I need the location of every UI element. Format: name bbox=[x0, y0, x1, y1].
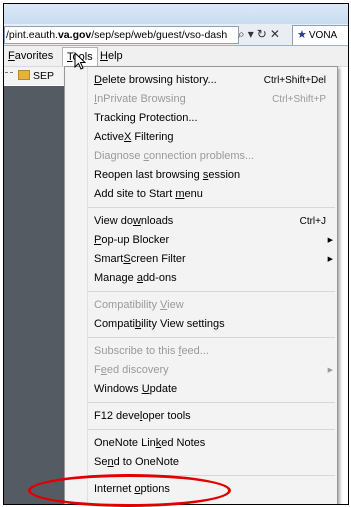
tools-menu-item[interactable]: Diagnose connection problems... bbox=[94, 147, 334, 166]
tools-menu-item[interactable]: Compatibility View bbox=[94, 296, 334, 315]
menu-item-shortcut: Ctrl+Shift+Del bbox=[263, 75, 326, 86]
tools-menu-item[interactable]: Manage add-ons bbox=[94, 269, 334, 288]
tools-menu-item[interactable]: Feed discovery ▶ bbox=[94, 361, 334, 380]
menu-item-label: Subscribe to this feed... bbox=[94, 345, 209, 357]
menu-item-label: Manage add-ons bbox=[94, 272, 177, 284]
tools-menu-item[interactable]: OneNote Linked Notes bbox=[94, 434, 334, 453]
menu-item-label: Feed discovery bbox=[94, 364, 169, 376]
menu-item-label: Compatibility View settings bbox=[94, 318, 225, 330]
close-icon[interactable]: ✕ bbox=[270, 27, 280, 41]
menu-item-label: Reopen last browsing session bbox=[94, 169, 241, 181]
tools-menu-item[interactable]: F12 developer tools bbox=[94, 407, 334, 426]
tools-menu-item[interactable]: View downloads Ctrl+J bbox=[94, 212, 334, 231]
menu-item-label: Send to OneNote bbox=[94, 456, 180, 468]
menu-separator bbox=[88, 402, 335, 403]
tools-menu-item[interactable]: Compatibility View settings bbox=[94, 315, 334, 334]
menu-item-label: SmartScreen Filter bbox=[94, 253, 186, 265]
menu-item-shortcut: Ctrl+Shift+P bbox=[272, 94, 326, 105]
favorites-item-sep[interactable]: SEP bbox=[18, 68, 54, 84]
tools-menu-item[interactable]: Delete browsing history... Ctrl+Shift+Del bbox=[94, 71, 334, 90]
submenu-arrow-icon: ▶ bbox=[327, 367, 333, 374]
tools-menu-item[interactable]: SmartScreen Filter ▶ bbox=[94, 250, 334, 269]
tools-menu-item[interactable]: Subscribe to this feed... bbox=[94, 342, 334, 361]
tools-menu-item[interactable]: ActiveX Filtering bbox=[94, 128, 334, 147]
menu-separator bbox=[88, 207, 335, 208]
tools-menu-item[interactable]: Add site to Start menu bbox=[94, 185, 334, 204]
tab-title: VONA bbox=[308, 30, 338, 41]
mouse-cursor-icon bbox=[74, 52, 87, 70]
tools-menu-item[interactable]: InPrivate Browsing Ctrl+Shift+P bbox=[94, 90, 334, 109]
submenu-arrow-icon: ▶ bbox=[327, 256, 333, 263]
menu-item-label: InPrivate Browsing bbox=[94, 93, 186, 105]
submenu-arrow-icon: ▶ bbox=[327, 237, 333, 244]
menu-gutter bbox=[87, 67, 88, 504]
menu-item-label: Diagnose connection problems... bbox=[94, 150, 255, 162]
tools-menu: Delete browsing history... Ctrl+Shift+Del… bbox=[64, 66, 338, 504]
search-icon[interactable]: ⌕ bbox=[238, 27, 245, 41]
folder-icon bbox=[18, 70, 30, 80]
tools-menu-item[interactable]: Reopen last browsing session bbox=[94, 166, 334, 185]
menu-separator bbox=[88, 291, 335, 292]
menu-item-label: Delete browsing history... bbox=[94, 74, 217, 86]
menu-item-label: Pop-up Blocker bbox=[94, 234, 170, 246]
menu-bar: Favorites Tools Help bbox=[4, 46, 348, 67]
url-path: /sep/sep/web/guest/vso-dash bbox=[91, 29, 228, 41]
menu-help[interactable]: Help bbox=[96, 47, 127, 65]
url-domain: va.gov bbox=[57, 29, 92, 41]
favorites-bar-grip bbox=[5, 72, 13, 74]
menu-favorites[interactable]: Favorites bbox=[4, 47, 57, 65]
site-favicon-icon: ★ bbox=[297, 29, 307, 41]
refresh-icon[interactable]: ↻ bbox=[257, 27, 267, 41]
menu-item-label: Tracking Protection... bbox=[94, 112, 198, 124]
menu-item-label: F12 developer tools bbox=[94, 410, 191, 422]
menu-item-label: Windows Update bbox=[94, 383, 178, 395]
highlight-annotation-oval bbox=[28, 474, 231, 507]
menu-item-label: ActiveX Filtering bbox=[94, 131, 174, 143]
menu-item-label: View downloads bbox=[94, 215, 174, 227]
chevron-down-icon[interactable]: ▾ bbox=[248, 27, 254, 41]
tools-menu-item[interactable]: Send to OneNote bbox=[94, 453, 334, 472]
page-content bbox=[4, 86, 64, 504]
address-icons: ⌕ ▾ ↻ ✕ bbox=[238, 26, 283, 42]
browser-window: /pint.eauth.va.gov/sep/sep/web/guest/vso… bbox=[3, 3, 349, 505]
menu-separator bbox=[88, 337, 335, 338]
title-bar bbox=[4, 4, 348, 24]
url-plain: /pint.eauth. bbox=[6, 29, 58, 41]
menu-item-label: OneNote Linked Notes bbox=[94, 437, 206, 449]
menu-item-shortcut: Ctrl+J bbox=[299, 216, 326, 227]
favorites-item-label: SEP bbox=[33, 70, 55, 82]
menu-separator bbox=[88, 429, 335, 430]
tools-menu-item[interactable]: Pop-up Blocker ▶ bbox=[94, 231, 334, 250]
url-field[interactable]: /pint.eauth.va.gov/sep/sep/web/guest/vso… bbox=[4, 26, 239, 44]
tools-menu-item[interactable]: Tracking Protection... bbox=[94, 109, 334, 128]
menu-item-label: Compatibility View bbox=[94, 299, 184, 311]
address-bar: /pint.eauth.va.gov/sep/sep/web/guest/vso… bbox=[4, 24, 348, 46]
tools-menu-item[interactable]: Windows Update bbox=[94, 380, 334, 399]
menu-item-label: Add site to Start menu bbox=[94, 188, 203, 200]
browser-tab[interactable]: ★ VONA bbox=[292, 25, 348, 45]
favorites-bar: SEP bbox=[4, 67, 64, 85]
